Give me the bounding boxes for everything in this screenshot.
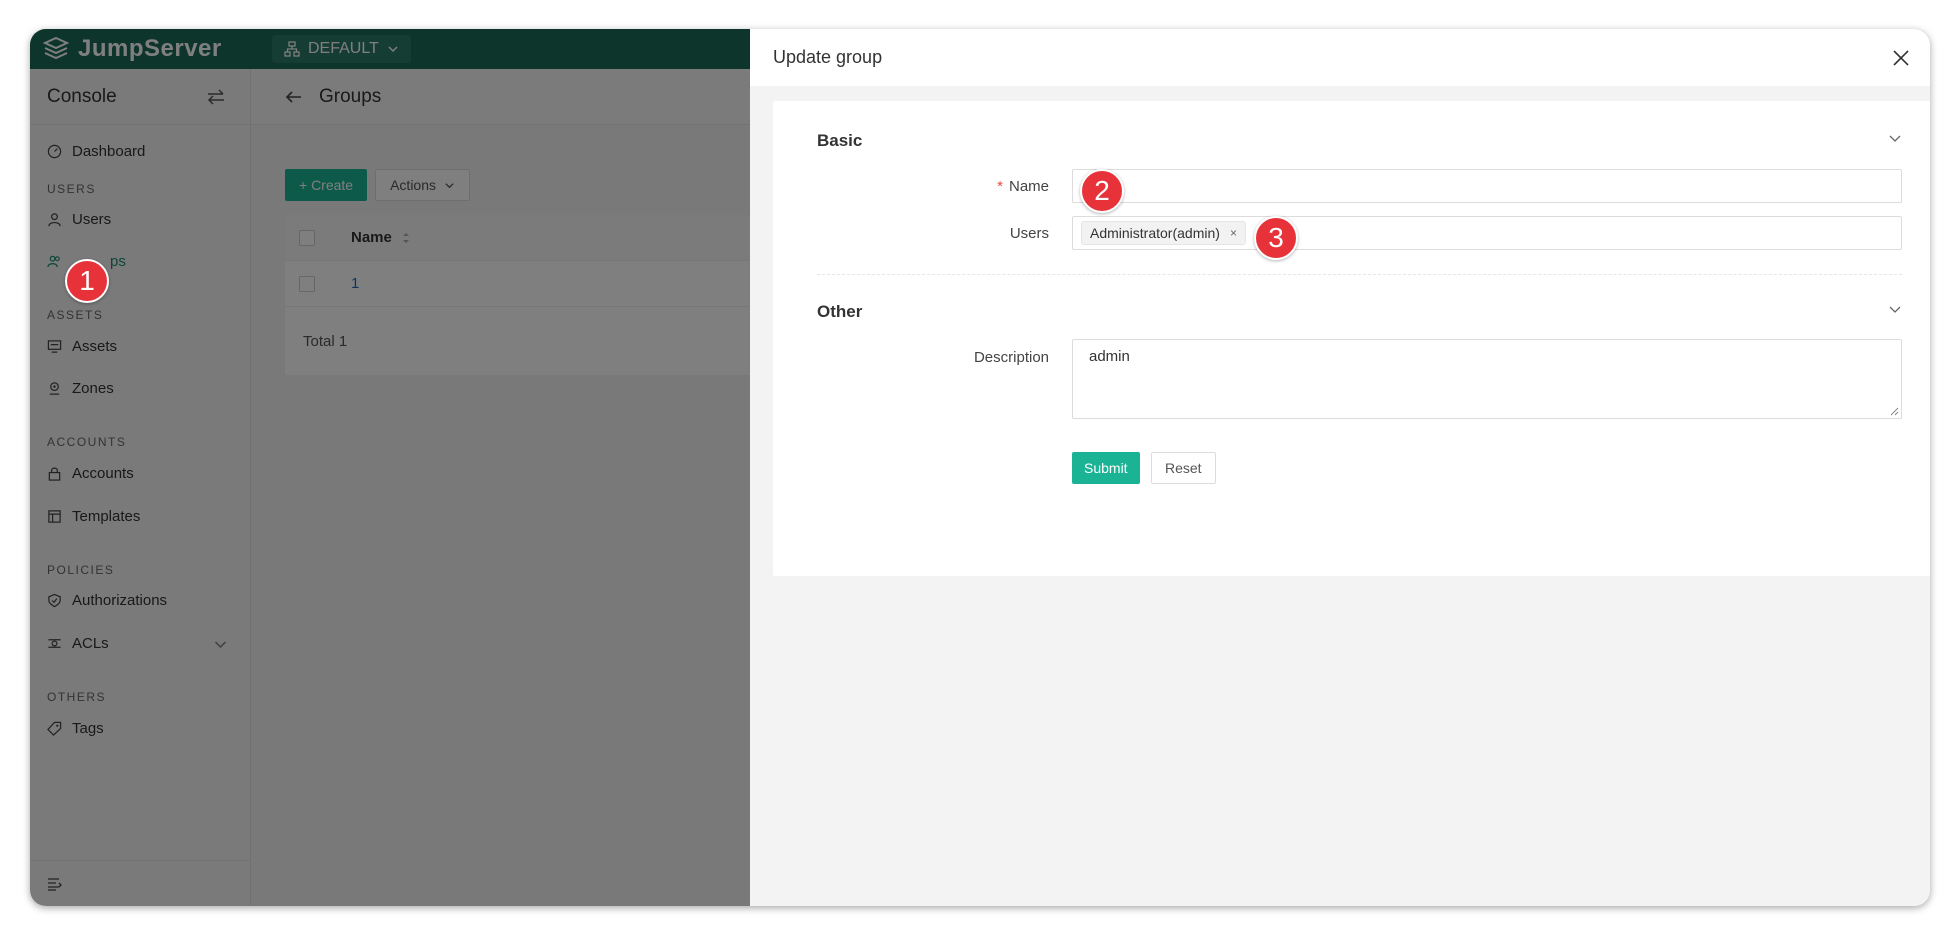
app-window: JumpServer DEFAULT Console D	[30, 29, 1930, 906]
section-basic-title: Basic	[817, 131, 863, 150]
section-divider	[817, 274, 1902, 275]
description-label: Description	[973, 349, 1049, 366]
name-input[interactable]: 1	[1072, 169, 1902, 203]
step-marker-2: 2	[1080, 169, 1124, 213]
required-mark: *	[997, 178, 1003, 195]
submit-button[interactable]: Submit	[1072, 452, 1140, 484]
name-label: * Name	[997, 178, 1049, 195]
drawer-header: Update group	[750, 29, 1930, 86]
step-marker-1: 1	[65, 259, 109, 303]
resize-grip-icon[interactable]	[1889, 406, 1899, 416]
name-label-text: Name	[1008, 178, 1049, 195]
form-card: Basic * Name 1 Users Administrator(admin)…	[773, 101, 1930, 576]
remove-tag-icon[interactable]: ×	[1230, 226, 1237, 240]
description-value: admin	[1089, 348, 1130, 365]
update-group-drawer: Update group Basic * Name 1 Users Adminis…	[750, 29, 1930, 906]
user-tag: Administrator(admin) ×	[1081, 221, 1246, 245]
drawer-title: Update group	[773, 47, 883, 67]
section-other-title: Other	[817, 302, 863, 321]
chevron-down-icon[interactable]	[1888, 302, 1902, 316]
reset-button[interactable]: Reset	[1151, 452, 1216, 484]
close-icon[interactable]	[1892, 49, 1910, 67]
users-label: Users	[1009, 225, 1049, 242]
users-select[interactable]: Administrator(admin) ×	[1072, 216, 1902, 250]
description-textarea[interactable]: admin	[1072, 339, 1902, 419]
step-marker-3: 3	[1254, 216, 1298, 260]
chevron-down-icon[interactable]	[1888, 131, 1902, 145]
user-tag-label: Administrator(admin)	[1090, 225, 1220, 241]
modal-overlay[interactable]	[30, 29, 750, 906]
